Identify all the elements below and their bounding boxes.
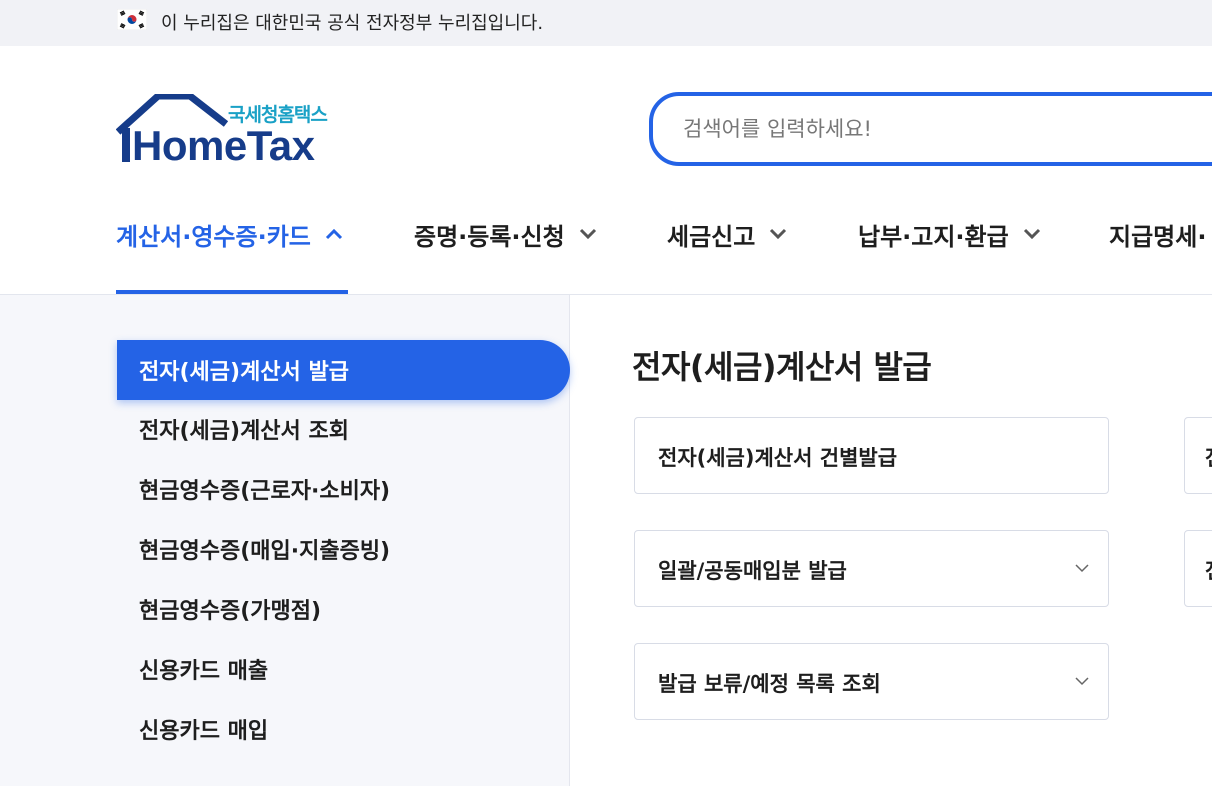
gnb-item-label: 세금신고	[667, 222, 756, 251]
side-menu-item-cash-receipt-merchant[interactable]: 현금영수증(가맹점)	[117, 579, 570, 639]
menu-card-label: 전	[1205, 442, 1212, 472]
hometax-logo[interactable]: 국세청홈택스 HomeTax	[116, 94, 346, 169]
menu-card-label: 전	[1205, 555, 1212, 585]
menu-card-right-2[interactable]: 전	[1184, 530, 1212, 607]
gnb-item-invoice-receipt-card[interactable]: 계산서·영수증·카드	[116, 214, 343, 254]
chevron-down-icon	[579, 228, 596, 240]
logo-title: HomeTax	[132, 122, 315, 169]
gnb-item-label: 지급명세·	[1109, 222, 1207, 251]
gov-banner: 이 누리집은 대한민국 공식 전자정부 누리집입니다.	[0, 0, 1212, 46]
menu-card-label: 전자(세금)계산서 건별발급	[658, 446, 898, 470]
search-box	[649, 92, 1212, 166]
gnb-item-payment-refund[interactable]: 납부·고지·환급	[858, 214, 1041, 254]
gnb-item-label: 납부·고지·환급	[858, 222, 1009, 251]
search-input[interactable]	[683, 114, 1203, 144]
menu-card-label: 일괄/공동매입분 발급	[658, 559, 847, 583]
side-menu-item-einvoice-issue[interactable]: 전자(세금)계산서 발급	[117, 340, 570, 400]
menu-card-right-1[interactable]: 전	[1184, 417, 1212, 494]
gnb-item-label: 계산서·영수증·카드	[116, 222, 311, 251]
page-title: 전자(세금)계산서 발급	[632, 348, 932, 386]
korean-flag-icon	[117, 9, 147, 30]
side-menu-item-credit-card-sales[interactable]: 신용카드 매출	[117, 639, 570, 699]
chevron-up-icon	[325, 228, 342, 240]
gnb-item-label: 증명·등록·신청	[414, 222, 565, 251]
gov-banner-text: 이 누리집은 대한민국 공식 전자정부 누리집입니다.	[161, 13, 544, 34]
chevron-down-icon	[1075, 677, 1089, 686]
side-menu-item-cash-receipt-consumer[interactable]: 현금영수증(근로자·소비자)	[117, 459, 570, 519]
chevron-down-icon	[1075, 564, 1089, 573]
side-menu-item-credit-card-purchase[interactable]: 신용카드 매입	[117, 699, 570, 759]
menu-card-pending-list[interactable]: 발급 보류/예정 목록 조회	[634, 643, 1109, 720]
gnb-item-payment-statement[interactable]: 지급명세·	[1109, 214, 1206, 254]
menu-card-single-issue[interactable]: 전자(세금)계산서 건별발급	[634, 417, 1109, 494]
menu-card-label: 발급 보류/예정 목록 조회	[658, 672, 881, 696]
gnb-item-tax-filing[interactable]: 세금신고	[667, 214, 787, 254]
menu-card-bulk-issue[interactable]: 일괄/공동매입분 발급	[634, 530, 1109, 607]
side-menu-item-cash-receipt-purchase[interactable]: 현금영수증(매입·지출증빙)	[117, 519, 570, 579]
gnb-item-certificate-registration[interactable]: 증명·등록·신청	[414, 214, 597, 254]
side-menu-item-einvoice-lookup[interactable]: 전자(세금)계산서 조회	[117, 399, 570, 459]
chevron-down-icon	[770, 228, 787, 240]
chevron-down-icon	[1023, 228, 1040, 240]
